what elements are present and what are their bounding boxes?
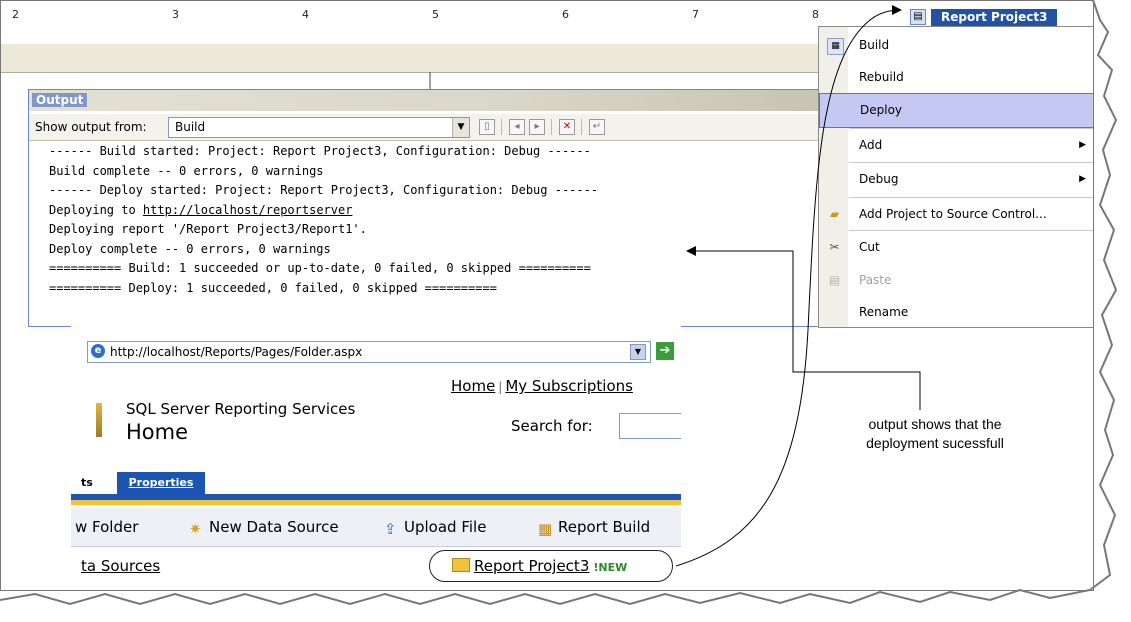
screenshot-frame: 2 3 4 5 6 7 8 Output Show output from: B… bbox=[0, 0, 1131, 622]
torn-edge-border bbox=[0, 0, 1131, 622]
